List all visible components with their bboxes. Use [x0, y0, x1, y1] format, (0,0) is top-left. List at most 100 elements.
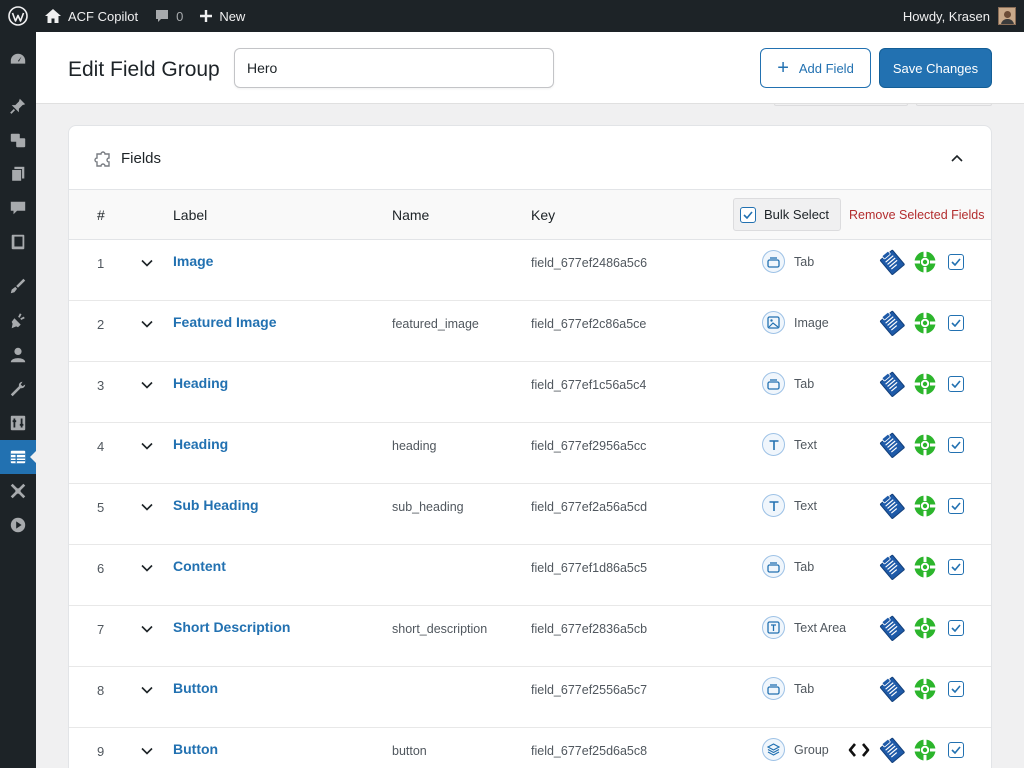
field-order-number: 3 — [97, 378, 105, 393]
code-icon[interactable] — [848, 740, 870, 760]
document-icon[interactable] — [879, 493, 905, 519]
lifebuoy-icon[interactable] — [913, 738, 937, 762]
lifebuoy-icon[interactable] — [913, 433, 937, 457]
lifebuoy-icon[interactable] — [913, 250, 937, 274]
text-icon — [762, 433, 785, 456]
user-account-menu[interactable]: Howdy, Krasen — [895, 0, 1024, 32]
field-label-link[interactable]: Button — [173, 680, 218, 696]
document-icon[interactable] — [879, 676, 905, 702]
fields-panel-header[interactable]: Fields — [69, 126, 991, 190]
lifebuoy-icon[interactable] — [913, 494, 937, 518]
tools-icon[interactable] — [0, 372, 36, 406]
field-label-link[interactable]: Short Description — [173, 619, 290, 635]
document-icon[interactable] — [879, 737, 905, 763]
field-type: Tab — [794, 682, 815, 696]
document-icon[interactable] — [879, 310, 905, 336]
select-field-checkbox[interactable] — [948, 681, 964, 697]
field-order-number: 1 — [97, 256, 105, 271]
new-content-link[interactable]: New — [191, 0, 253, 32]
pin-icon[interactable] — [0, 89, 36, 123]
field-label-link[interactable]: Image — [173, 253, 213, 269]
fields-panel-title: Fields — [121, 150, 162, 167]
field-row[interactable]: 4 Heading heading field_677ef2956a5cc Text — [69, 423, 991, 484]
select-field-checkbox[interactable] — [948, 559, 964, 575]
select-field-checkbox[interactable] — [948, 315, 964, 331]
document-icon[interactable] — [879, 432, 905, 458]
users-icon[interactable] — [0, 338, 36, 372]
save-changes-button[interactable]: Save Changes — [879, 48, 992, 88]
dashboard-icon[interactable] — [0, 43, 36, 77]
acf-icon[interactable] — [0, 440, 36, 474]
field-row[interactable]: 9 Button button field_677ef25d6a5c8 Group — [69, 728, 991, 768]
field-name: short_description — [392, 622, 488, 636]
document-icon[interactable] — [879, 554, 905, 580]
select-field-checkbox[interactable] — [948, 254, 964, 270]
plus-icon: + — [777, 57, 789, 79]
brush-icon[interactable] — [0, 269, 36, 303]
field-group-title-input[interactable] — [234, 48, 554, 88]
pages-icon[interactable] — [0, 157, 36, 191]
wordpress-logo-icon[interactable] — [0, 0, 36, 32]
book-icon[interactable] — [0, 225, 36, 259]
comments-link[interactable]: 0 — [146, 0, 191, 32]
chevron-up-icon[interactable] — [949, 150, 965, 166]
chevron-down-icon[interactable] — [141, 499, 153, 511]
document-icon[interactable] — [879, 249, 905, 275]
fields-table-header: # Label Name Key Bulk Select Remove Sele… — [69, 190, 991, 240]
chevron-down-icon[interactable] — [141, 560, 153, 572]
lifebuoy-icon[interactable] — [913, 372, 937, 396]
play-icon[interactable] — [0, 508, 36, 542]
lifebuoy-icon[interactable] — [913, 616, 937, 640]
field-label-link[interactable]: Heading — [173, 375, 228, 391]
field-row[interactable]: 2 Featured Image featured_image field_677ef… — [69, 301, 991, 362]
field-name: sub_heading — [392, 500, 464, 514]
document-icon[interactable] — [879, 615, 905, 641]
plugins-icon[interactable] — [0, 304, 36, 338]
select-field-checkbox[interactable] — [948, 620, 964, 636]
plane-icon[interactable] — [0, 474, 36, 508]
chevron-down-icon[interactable] — [141, 316, 153, 328]
field-label-link[interactable]: Featured Image — [173, 314, 276, 330]
chevron-down-icon[interactable] — [141, 438, 153, 450]
field-label-link[interactable]: Sub Heading — [173, 497, 259, 513]
field-type: Tab — [794, 377, 815, 391]
select-field-checkbox[interactable] — [948, 742, 964, 758]
lifebuoy-icon[interactable] — [913, 677, 937, 701]
field-name: featured_image — [392, 317, 479, 331]
comments-icon[interactable] — [0, 191, 36, 225]
document-icon[interactable] — [879, 371, 905, 397]
field-label-link[interactable]: Button — [173, 741, 218, 757]
field-row[interactable]: 1 Image field_677ef2486a5c6 Tab — [69, 240, 991, 301]
field-label-link[interactable]: Content — [173, 558, 226, 574]
chevron-down-icon[interactable] — [141, 377, 153, 389]
admin-bar: ACF Copilot 0 New Howdy, Krasen — [0, 0, 1024, 32]
select-field-checkbox[interactable] — [948, 376, 964, 392]
bulk-select-toggle[interactable]: Bulk Select — [733, 198, 841, 231]
field-row[interactable]: 3 Heading field_677ef1c56a5c4 Tab — [69, 362, 991, 423]
tab-icon — [762, 677, 785, 700]
chevron-down-icon[interactable] — [141, 621, 153, 633]
header-shadow-tab — [774, 104, 908, 106]
select-field-checkbox[interactable] — [948, 498, 964, 514]
settings-icon[interactable] — [0, 406, 36, 440]
admin-sidebar — [0, 32, 36, 768]
lifebuoy-icon[interactable] — [913, 311, 937, 335]
tab-icon — [762, 250, 785, 273]
field-row[interactable]: 6 Content field_677ef1d86a5c5 Tab — [69, 545, 991, 606]
field-label-link[interactable]: Heading — [173, 436, 228, 452]
select-field-checkbox[interactable] — [948, 437, 964, 453]
remove-selected-fields-link[interactable]: Remove Selected Fields — [849, 208, 984, 222]
column-header-name: Name — [392, 207, 430, 223]
chevron-down-icon[interactable] — [141, 743, 153, 755]
comment-bubble-icon — [156, 10, 169, 22]
chevron-down-icon[interactable] — [141, 682, 153, 694]
media-icon[interactable] — [0, 123, 36, 157]
field-row[interactable]: 7 Short Description short_description field… — [69, 606, 991, 667]
site-name-link[interactable]: ACF Copilot — [36, 0, 146, 32]
chevron-down-icon[interactable] — [141, 255, 153, 267]
field-order-number: 7 — [97, 622, 105, 637]
field-row[interactable]: 8 Button field_677ef2556a5c7 Tab — [69, 667, 991, 728]
add-field-button[interactable]: + Add Field — [760, 48, 871, 88]
field-row[interactable]: 5 Sub Heading sub_heading field_677ef2a56a5… — [69, 484, 991, 545]
lifebuoy-icon[interactable] — [913, 555, 937, 579]
